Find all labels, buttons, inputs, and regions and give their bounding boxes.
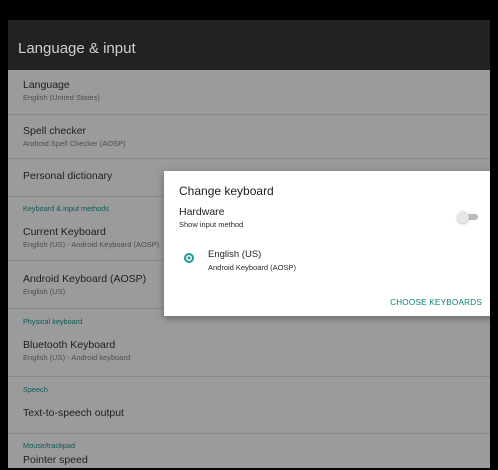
toggle-thumb (457, 211, 469, 223)
hardware-subtitle: Show input method (179, 220, 244, 229)
dialog-title: Change keyboard (179, 184, 274, 198)
keyboard-option-radio[interactable] (184, 253, 194, 263)
hardware-toggle[interactable] (457, 211, 479, 223)
choose-keyboards-button[interactable]: CHOOSE KEYBOARDS (390, 298, 482, 307)
device-screen: Language & input Language English (Unite… (8, 8, 490, 468)
keyboard-option-title[interactable]: English (US) (208, 249, 261, 260)
change-keyboard-dialog: Change keyboard Hardware Show input meth… (164, 171, 490, 316)
radio-selected-dot (187, 256, 191, 260)
keyboard-option-subtitle: Android Keyboard (AOSP) (208, 263, 296, 272)
hardware-title: Hardware (179, 206, 225, 218)
